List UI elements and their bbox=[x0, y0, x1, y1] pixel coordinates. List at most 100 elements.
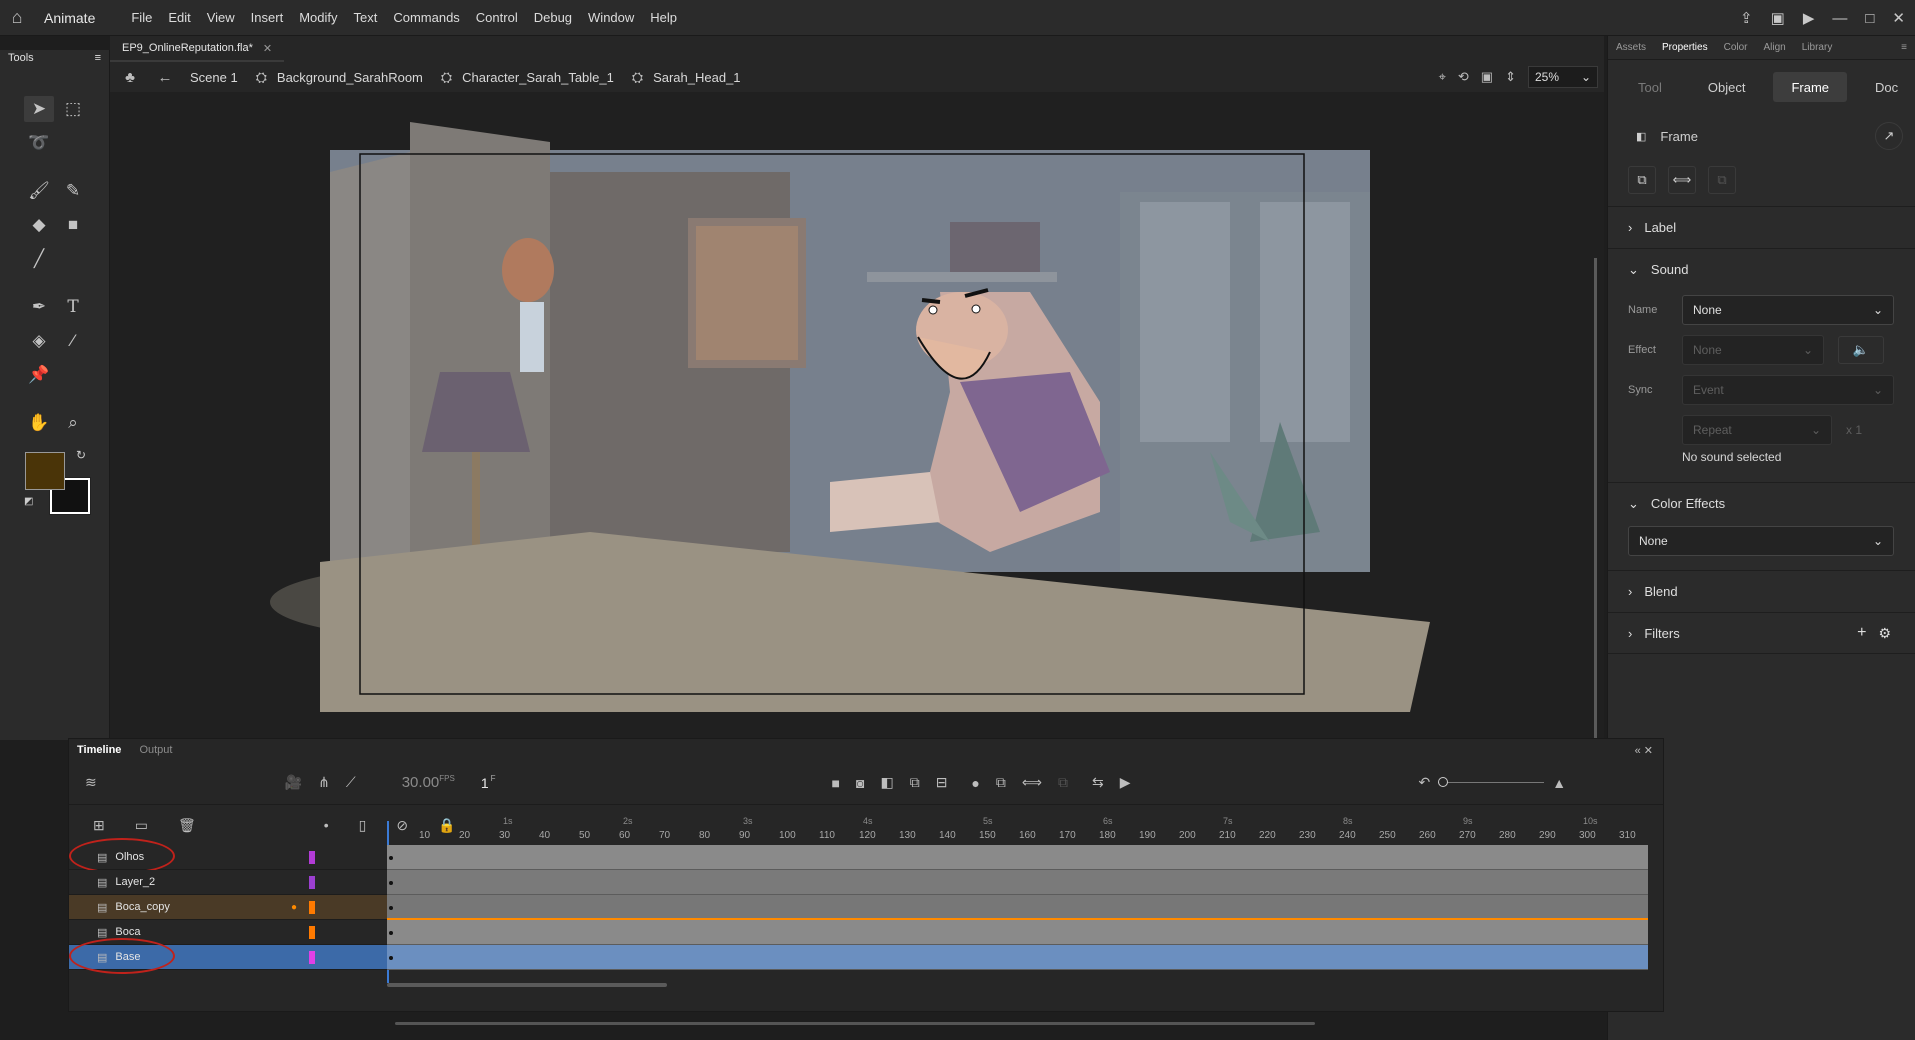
insert-frame-icon[interactable]: ■ bbox=[832, 775, 840, 791]
convert-keyframe-icon[interactable]: ⟺ bbox=[1668, 166, 1696, 194]
swap-colors-icon[interactable]: ↻ bbox=[76, 448, 86, 462]
zoom-mountain-icon[interactable]: ▲ bbox=[1552, 775, 1566, 791]
menu-window[interactable]: Window bbox=[580, 10, 642, 25]
color-effects-section[interactable]: ⌄ Color Effects bbox=[1608, 482, 1915, 524]
breadcrumb-item[interactable]: ⛭ Background_SarahRoom bbox=[256, 69, 423, 86]
maximize-icon[interactable]: □ bbox=[1865, 10, 1874, 27]
tools-menu-icon[interactable]: ≡ bbox=[95, 52, 101, 66]
layer-color-swatch[interactable] bbox=[309, 925, 315, 939]
sound-name-dropdown[interactable]: None ⌄ bbox=[1682, 295, 1894, 325]
sound-section[interactable]: ⌄ Sound bbox=[1608, 248, 1915, 290]
close-tab-icon[interactable]: ✕ bbox=[263, 42, 272, 55]
eraser-tool-icon[interactable]: ◆ bbox=[24, 212, 54, 238]
filters-section[interactable]: › Filters + ⚙ bbox=[1608, 612, 1915, 654]
highlight-layers-icon[interactable]: • bbox=[324, 817, 329, 833]
frame-zoom-slider[interactable] bbox=[1438, 777, 1545, 787]
hand-tool-icon[interactable]: ✋ bbox=[24, 410, 54, 436]
current-frame-value[interactable]: 1 bbox=[481, 775, 489, 791]
copy-frames-icon[interactable]: ⧉ bbox=[910, 774, 920, 791]
layer-color-swatch[interactable] bbox=[309, 850, 315, 864]
collapse-panel-icon[interactable]: « ✕ bbox=[1635, 744, 1653, 757]
insert-blank-keyframe-icon[interactable]: ◧ bbox=[880, 774, 893, 791]
add-filter-icon[interactable]: + bbox=[1857, 624, 1866, 642]
lasso-tool-icon[interactable]: ➰ bbox=[24, 130, 54, 156]
document-tab[interactable]: EP9_OnlineReputation.fla* ✕ bbox=[110, 36, 285, 62]
eyedropper-tool-icon[interactable]: ⁄ bbox=[58, 328, 88, 354]
insert-keyframe-icon[interactable]: ◙ bbox=[856, 775, 864, 791]
pin-tool-icon[interactable]: 📌 bbox=[24, 362, 54, 388]
paste-frames-icon[interactable]: ⊟ bbox=[936, 774, 948, 791]
tab-output[interactable]: Output bbox=[139, 744, 172, 756]
keyframe-dot[interactable] bbox=[389, 906, 393, 910]
layer-row[interactable]: ▤ Boca_copy ● bbox=[69, 895, 387, 920]
text-tool-icon[interactable]: T bbox=[58, 294, 88, 320]
tab-properties[interactable]: Properties bbox=[1662, 42, 1708, 53]
menu-edit[interactable]: Edit bbox=[160, 10, 198, 25]
minimize-icon[interactable]: — bbox=[1832, 10, 1847, 27]
slider-thumb[interactable] bbox=[1438, 777, 1449, 787]
layers-icon[interactable]: ≋ bbox=[85, 774, 97, 791]
default-colors-icon[interactable]: ◩ bbox=[24, 496, 33, 507]
keyframe-dot[interactable] bbox=[389, 856, 393, 860]
keyframe-dot[interactable] bbox=[389, 956, 393, 960]
home-icon[interactable]: ⌂ bbox=[0, 0, 34, 36]
insert-keyframe-icon[interactable]: ⧉ bbox=[1628, 166, 1656, 194]
close-icon[interactable]: ✕ bbox=[1892, 9, 1905, 27]
tab-assets[interactable]: Assets bbox=[1616, 42, 1646, 53]
workspace-icon[interactable]: ▣ bbox=[1771, 9, 1785, 27]
timeline-horizontal-scrollbar[interactable] bbox=[387, 983, 667, 987]
test-movie-icon[interactable]: ▶ bbox=[1803, 9, 1815, 27]
loop-icon[interactable]: ⇆ bbox=[1092, 774, 1104, 791]
create-tween-icon[interactable]: ⟺ bbox=[1022, 774, 1042, 791]
menu-help[interactable]: Help bbox=[642, 10, 685, 25]
stage-area[interactable] bbox=[110, 92, 1604, 740]
tab-color[interactable]: Color bbox=[1724, 42, 1748, 53]
menu-view[interactable]: View bbox=[199, 10, 243, 25]
graph-icon[interactable]: ⟋ bbox=[346, 774, 356, 791]
share-icon[interactable]: ⇪ bbox=[1740, 9, 1753, 27]
menu-file[interactable]: File bbox=[123, 10, 160, 25]
frame-span[interactable] bbox=[387, 895, 1648, 920]
tab-library[interactable]: Library bbox=[1802, 42, 1833, 53]
rectangle-tool-icon[interactable]: ■ bbox=[58, 212, 88, 238]
keyframe-dot[interactable] bbox=[389, 881, 393, 885]
frame-span[interactable] bbox=[387, 845, 1648, 870]
menu-commands[interactable]: Commands bbox=[385, 10, 467, 25]
parent-view-icon[interactable]: ⋔ bbox=[318, 774, 330, 791]
stage-horizontal-scrollbar[interactable] bbox=[395, 1022, 1315, 1025]
layer-color-swatch[interactable] bbox=[309, 900, 315, 914]
color-effects-dropdown[interactable]: None ⌄ bbox=[1628, 526, 1894, 556]
menu-insert[interactable]: Insert bbox=[243, 10, 292, 25]
classic-brush-tool-icon[interactable]: ✎ bbox=[58, 178, 88, 204]
filter-settings-icon[interactable]: ⚙ bbox=[1878, 625, 1891, 642]
subtab-doc[interactable]: Doc bbox=[1857, 72, 1915, 102]
paint-brush-tool-icon[interactable]: 🖌 bbox=[24, 178, 54, 204]
free-transform-tool-icon[interactable]: ⬚ bbox=[58, 96, 88, 122]
breadcrumb-item[interactable]: ⛭ Sarah_Head_1 bbox=[632, 69, 741, 86]
breadcrumb-item[interactable]: ⛭ Character_Sarah_Table_1 bbox=[441, 69, 614, 86]
new-folder-icon[interactable]: ▭ bbox=[135, 817, 148, 834]
frame-span[interactable] bbox=[387, 870, 1648, 895]
frame-options-icon[interactable]: ↗ bbox=[1875, 122, 1903, 150]
layer-color-swatch[interactable] bbox=[309, 875, 315, 889]
selection-tool-icon[interactable]: ➤ bbox=[24, 96, 54, 122]
stage-vertical-scrollbar[interactable] bbox=[1594, 258, 1597, 738]
fps-value[interactable]: 30.00 bbox=[402, 774, 440, 791]
layer-row[interactable]: ▤ Layer_2 bbox=[69, 870, 387, 895]
fill-color-swatch[interactable] bbox=[25, 452, 65, 490]
clip-content-icon[interactable]: ▣ bbox=[1481, 69, 1493, 85]
frame-span[interactable] bbox=[387, 920, 1648, 945]
paint-bucket-tool-icon[interactable]: ◈ bbox=[24, 328, 54, 354]
edit-symbols-icon[interactable]: ♣ bbox=[110, 69, 150, 86]
edit-multiple-frames-icon[interactable]: ⧉ bbox=[996, 774, 1006, 791]
subtab-tool[interactable]: Tool bbox=[1620, 72, 1680, 102]
line-tool-icon[interactable]: ╱ bbox=[24, 246, 54, 272]
layer-color-swatch[interactable] bbox=[309, 950, 315, 964]
label-section[interactable]: › Label bbox=[1608, 206, 1915, 248]
breadcrumb-scene[interactable]: Scene 1 bbox=[190, 70, 238, 85]
subtab-object[interactable]: Object bbox=[1690, 72, 1764, 102]
pen-tool-icon[interactable]: ✒ bbox=[24, 294, 54, 320]
undo-icon[interactable]: ↶ bbox=[1418, 774, 1430, 791]
tab-timeline[interactable]: Timeline bbox=[77, 744, 121, 756]
play-icon[interactable]: ▶ bbox=[1120, 774, 1131, 791]
